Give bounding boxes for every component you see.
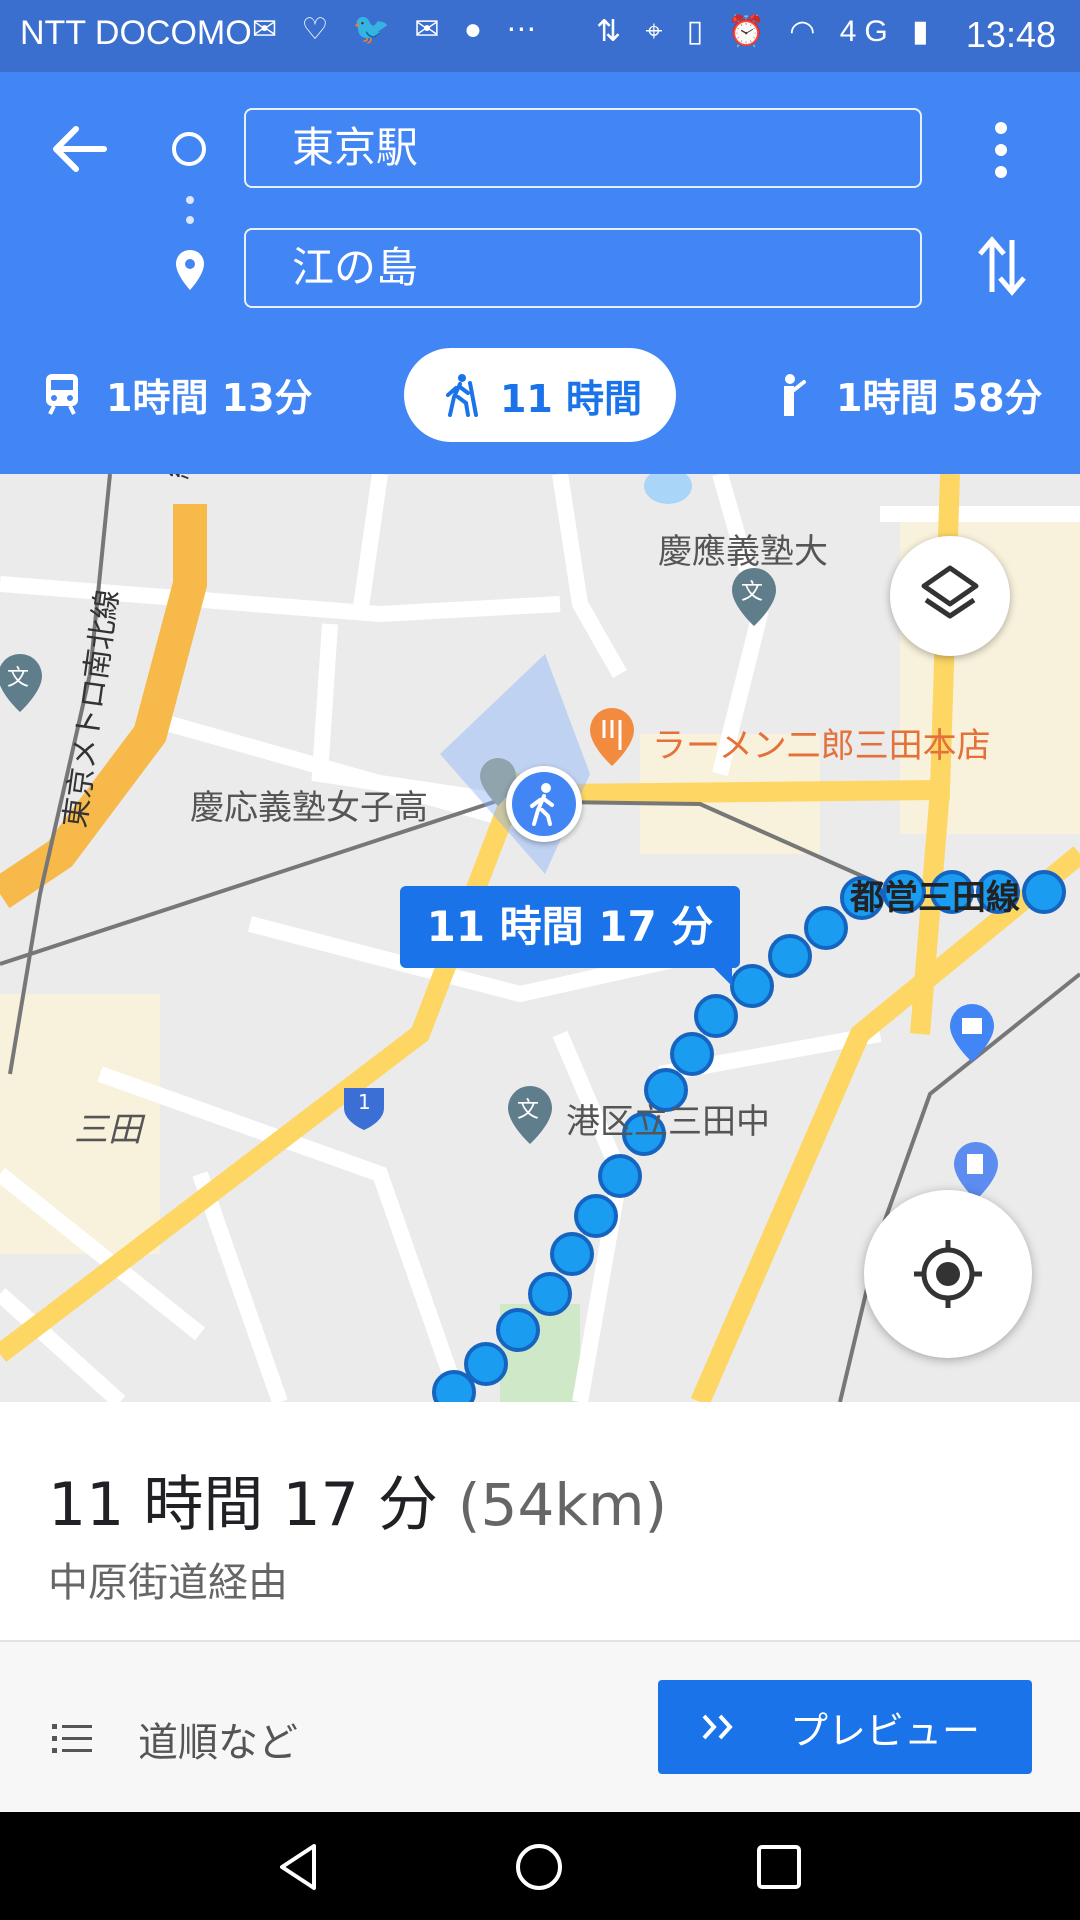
travel-mode-tabs: 1時間 13分 11 時間 1時間 58分 bbox=[0, 344, 1080, 444]
train-icon bbox=[46, 374, 78, 415]
destination-pin-icon bbox=[176, 250, 204, 290]
system-icons: ⇅ ⌖ ▯ ⏰ ◠ 4G ▮ bbox=[596, 15, 937, 48]
layers-icon bbox=[921, 565, 979, 619]
map-view[interactable]: 慶應義塾大 ラーメン二郎三田本店 慶応義塾女子高 都営三田線 東京メトロ南北線 … bbox=[0, 474, 1080, 1402]
school-marker-glyph: 文 bbox=[517, 1098, 540, 1123]
list-icon bbox=[52, 1724, 92, 1753]
system-nav-bar bbox=[0, 1812, 1080, 1920]
action-bar: 道順など プレビュー bbox=[0, 1642, 1080, 1812]
my-location-button[interactable] bbox=[864, 1190, 1032, 1358]
directions-header: 東京駅 江の島 1時間 13分 11 時間 1時間 58分 bbox=[0, 72, 1080, 474]
map-label-girls-high: 慶応義塾女子高 bbox=[190, 788, 428, 828]
current-location-marker bbox=[506, 766, 582, 842]
preview-button[interactable]: プレビュー bbox=[658, 1680, 1032, 1774]
school-marker-glyph: 文 bbox=[741, 580, 764, 605]
ride-hail-icon bbox=[784, 374, 806, 416]
back-arrow-icon[interactable] bbox=[48, 124, 108, 174]
steps-button[interactable]: 道順など bbox=[52, 1710, 298, 1768]
route-shield-number: 1 bbox=[358, 1090, 371, 1114]
map-label-mita-line: 都営三田線 bbox=[850, 878, 1020, 918]
swap-icon[interactable] bbox=[976, 234, 1028, 298]
clock: 13:48 bbox=[965, 14, 1056, 55]
walk-icon bbox=[445, 374, 478, 417]
map-label-mita: 三田 bbox=[74, 1110, 142, 1150]
tab-walk-label: 11 時間 bbox=[499, 376, 643, 421]
map-label-ramen[interactable]: ラーメン二郎三田本店 bbox=[652, 718, 991, 767]
route-duration-callout[interactable]: 11 時間 17 分 bbox=[400, 886, 740, 986]
tab-transit[interactable]: 1時間 13分 bbox=[40, 344, 313, 444]
steps-label: 道順など bbox=[138, 1720, 298, 1766]
route-duration-text: 11 時間 17 分 bbox=[48, 1470, 438, 1540]
tab-ride-label: 1時間 58分 bbox=[836, 375, 1043, 420]
route-distance: (54km) bbox=[457, 1471, 668, 1539]
more-options-icon[interactable] bbox=[986, 122, 1016, 178]
tab-ride-hailing[interactable]: 1時間 58分 bbox=[770, 344, 1043, 444]
nav-recents-icon[interactable] bbox=[754, 1842, 804, 1892]
map-label-keio-univ: 慶應義塾大 bbox=[658, 532, 828, 572]
layers-button[interactable] bbox=[890, 536, 1010, 656]
status-bar: NTT DOCOMO ✉ ♡ 🐦 ✉ ● ⋯ ⇅ ⌖ ▯ ⏰ ◠ 4G ▮ 13… bbox=[0, 0, 1080, 72]
school-marker-glyph: 文 bbox=[7, 666, 30, 691]
nav-home-icon[interactable] bbox=[514, 1842, 564, 1892]
tab-transit-label: 1時間 13分 bbox=[106, 375, 313, 420]
route-duration: 11 時間 17 分 (54km) bbox=[48, 1456, 667, 1543]
destination-field[interactable]: 江の島 bbox=[244, 228, 922, 308]
route-via: 中原街道経由 bbox=[48, 1560, 288, 1606]
walk-icon bbox=[530, 783, 554, 826]
carrier-name: NTT DOCOMO bbox=[20, 14, 252, 52]
notification-icons: ✉ ♡ 🐦 ✉ ● ⋯ bbox=[252, 13, 545, 46]
preview-label: プレビュー bbox=[790, 1708, 981, 1753]
crosshair-icon bbox=[914, 1240, 982, 1308]
origin-field[interactable]: 東京駅 bbox=[244, 108, 922, 188]
route-summary[interactable]: 11 時間 17 分 (54km) 中原街道経由 bbox=[0, 1402, 1080, 1642]
origin-circle-icon bbox=[172, 132, 206, 166]
tab-walk[interactable]: 11 時間 bbox=[404, 348, 676, 442]
map-label-junior-high: 港区立三田中 bbox=[566, 1102, 770, 1142]
double-chevron-right-icon bbox=[702, 1714, 733, 1740]
nav-back-icon[interactable] bbox=[274, 1842, 324, 1892]
